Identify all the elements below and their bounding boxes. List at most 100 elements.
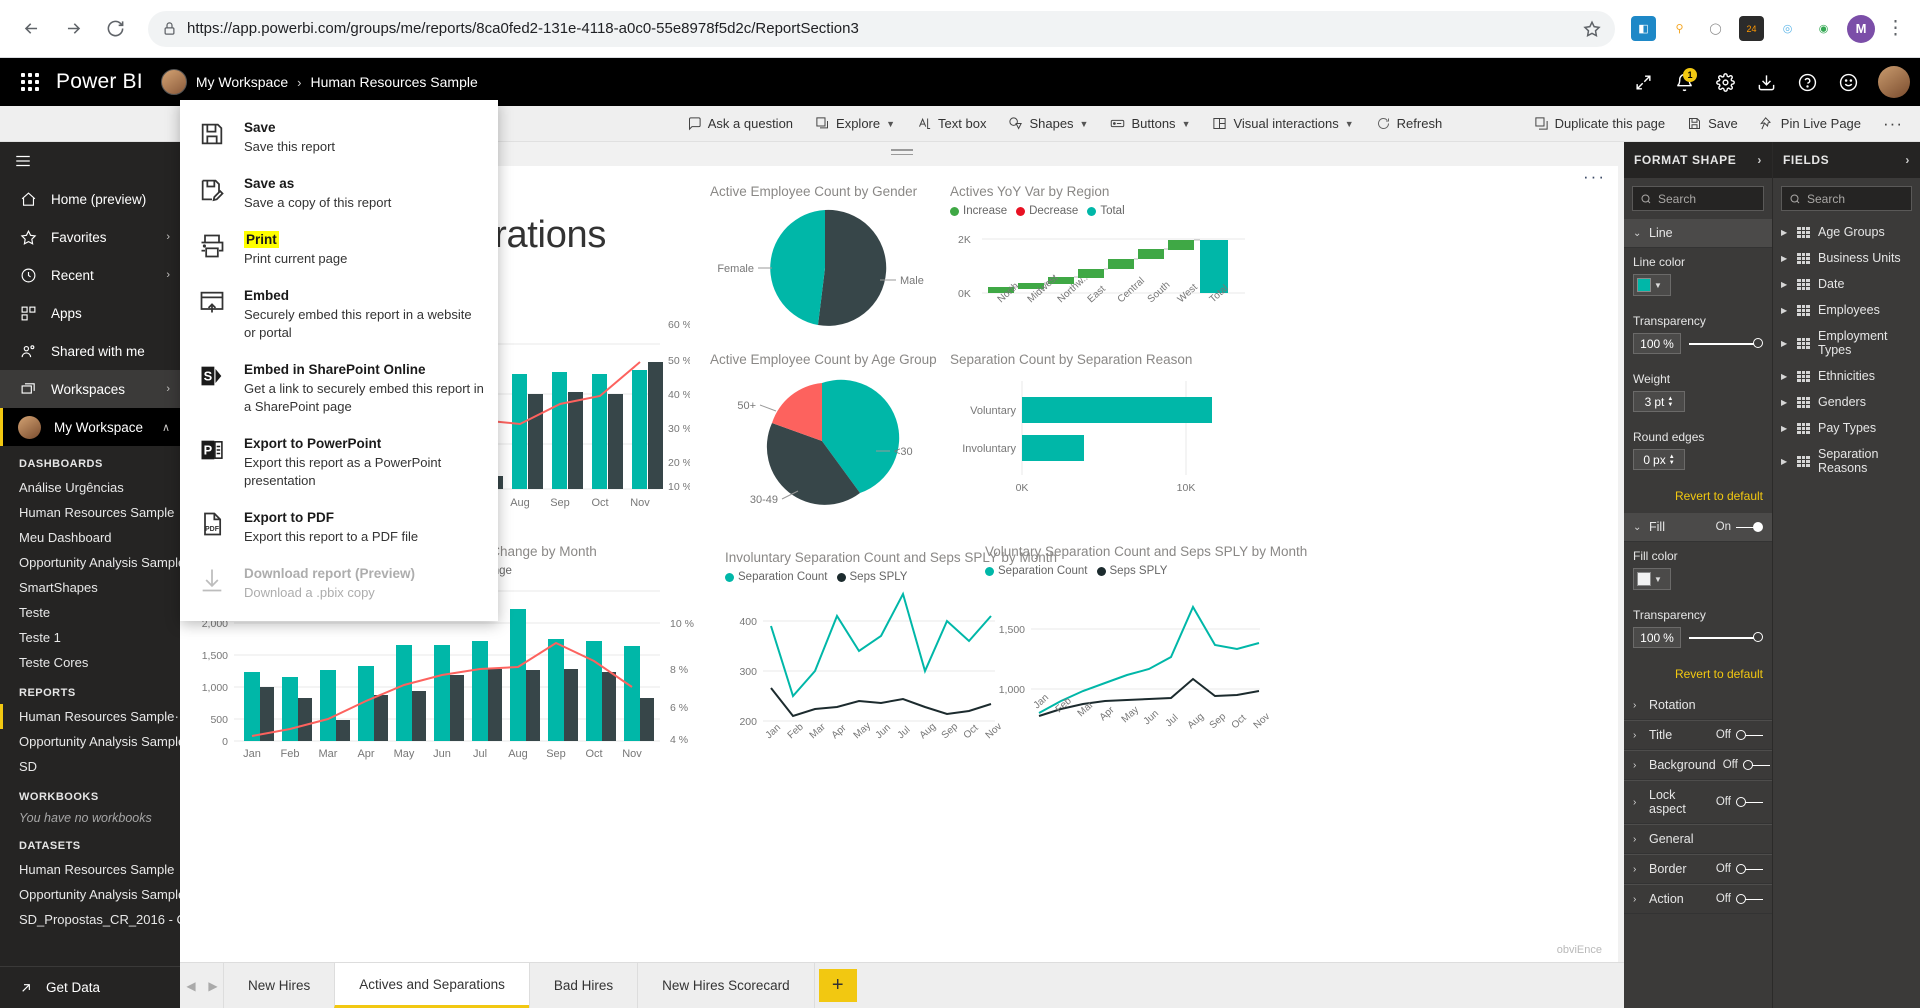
lock-aspect-toggle[interactable]	[1736, 797, 1763, 808]
field-table-employment-types[interactable]: ▶ Employment Types	[1773, 323, 1920, 363]
sidebar-item-shared-with-me[interactable]: Shared with me	[0, 332, 180, 370]
menu-item-embed-sharepoint[interactable]: S Embed in SharePoint Online Get a link …	[180, 351, 498, 425]
list-item[interactable]: SmartShapes	[0, 575, 180, 600]
chevron-right-icon[interactable]: ›	[1757, 153, 1762, 167]
visual-interactions-button[interactable]: Visual interactions ▼	[1201, 106, 1364, 142]
chart-active-employee-count-by-gender[interactable]: Active Employee Count by Gender Female M…	[710, 184, 940, 334]
resize-grip-icon[interactable]	[891, 149, 913, 158]
sidebar-item-apps[interactable]: Apps	[0, 294, 180, 332]
list-item[interactable]: Opportunity Analysis Sample	[0, 550, 180, 575]
chevron-right-icon[interactable]: ▶	[1781, 372, 1789, 381]
browser-forward-button[interactable]	[56, 12, 90, 46]
text-box-button[interactable]: Text box	[906, 106, 997, 142]
menu-item-export-powerpoint[interactable]: P Export to PowerPoint Export this repor…	[180, 425, 498, 499]
sidebar-content-list[interactable]: DASHBOARDS Análise Urgências Human Resou…	[0, 446, 180, 966]
sidebar-item-recent[interactable]: Recent ›	[0, 256, 180, 294]
format-section-general[interactable]: › General	[1624, 825, 1772, 854]
extension-icon-5[interactable]: ◎	[1775, 16, 1800, 41]
chevron-right-icon[interactable]: ▶	[1781, 398, 1789, 407]
chart-actives-yoy-var-by-region[interactable]: Actives YoY Var by Region Increase Decre…	[950, 184, 1250, 334]
chevron-right-icon[interactable]: ▶	[1781, 254, 1789, 263]
nav-collapse-button[interactable]	[0, 142, 180, 180]
list-item[interactable]: Teste Cores	[0, 650, 180, 675]
sidebar-item-home[interactable]: Home (preview)	[0, 180, 180, 218]
format-section-lock-aspect[interactable]: › Lock aspect Off	[1624, 781, 1772, 824]
format-panel-body[interactable]: ⌄ Line Line color ▼ Transparency 100 %	[1624, 219, 1772, 1008]
extension-icon-4[interactable]: 24	[1739, 16, 1764, 41]
fields-search-input[interactable]: Search	[1781, 186, 1912, 211]
expand-icon[interactable]	[1624, 63, 1662, 101]
extension-icon-1[interactable]: ◧	[1631, 16, 1656, 41]
feedback-smiley-icon[interactable]	[1829, 63, 1867, 101]
chart-involuntary-separation-count-by-month[interactable]: Involuntary Separation Count and Seps SP…	[725, 550, 1005, 780]
field-table-age-groups[interactable]: ▶ Age Groups	[1773, 219, 1920, 245]
field-table-ethnicities[interactable]: ▶ Ethnicities	[1773, 363, 1920, 389]
browser-reload-button[interactable]	[98, 12, 132, 46]
file-dropdown-menu[interactable]: Save Save this report Save as Save a cop…	[180, 100, 498, 621]
spinner-icon[interactable]: ▲▼	[1667, 396, 1673, 408]
field-table-employees[interactable]: ▶ Employees	[1773, 297, 1920, 323]
list-item[interactable]: Meu Dashboard	[0, 525, 180, 550]
format-section-fill[interactable]: ⌄ Fill On	[1624, 513, 1772, 542]
shapes-button[interactable]: Shapes ▼	[997, 106, 1099, 142]
list-item-active-report[interactable]: Human Resources Sample ···	[0, 704, 180, 729]
list-item[interactable]: Teste 1	[0, 625, 180, 650]
browser-back-button[interactable]	[14, 12, 48, 46]
round-edges-stepper[interactable]: 0 px ▲▼	[1633, 449, 1685, 470]
tab-bad-hires[interactable]: Bad Hires	[529, 963, 638, 1008]
list-item[interactable]: SD	[0, 754, 180, 779]
browser-profile-avatar[interactable]: M	[1847, 15, 1875, 43]
line-color-picker[interactable]: ▼	[1633, 274, 1671, 296]
breadcrumb-report[interactable]: Human Resources Sample	[310, 74, 477, 90]
tab-new-hires-scorecard[interactable]: New Hires Scorecard	[637, 963, 815, 1008]
chevron-right-icon[interactable]: ▶	[1781, 228, 1789, 237]
line-weight-stepper[interactable]: 3 pt ▲▼	[1633, 391, 1685, 412]
menu-item-export-pdf[interactable]: PDF Export to PDF Export this report to …	[180, 499, 498, 555]
format-section-line[interactable]: ⌄ Line	[1624, 219, 1772, 248]
field-table-business-units[interactable]: ▶ Business Units	[1773, 245, 1920, 271]
extension-icon-6[interactable]: ◉	[1811, 16, 1836, 41]
title-toggle[interactable]	[1736, 730, 1763, 741]
chevron-right-icon[interactable]: ›	[1905, 153, 1910, 167]
list-item[interactable]: Opportunity Analysis Sample	[0, 729, 180, 754]
extension-icon-3[interactable]: ◯	[1703, 16, 1728, 41]
pin-live-page-button[interactable]: Pin Live Page	[1749, 106, 1872, 142]
canvas-more-icon[interactable]: ···	[1583, 172, 1606, 182]
app-launcher-icon[interactable]	[10, 62, 50, 102]
format-section-action[interactable]: › Action Off	[1624, 885, 1772, 914]
fill-transparency-input[interactable]: 100 %	[1633, 627, 1681, 648]
sidebar-item-workspaces[interactable]: Workspaces ›	[0, 370, 180, 408]
extension-icon-2[interactable]: ⚲	[1667, 16, 1692, 41]
bookmark-star-icon[interactable]	[1583, 20, 1601, 38]
tab-new-hires[interactable]: New Hires	[223, 963, 335, 1008]
help-icon[interactable]	[1788, 63, 1826, 101]
fill-revert-link[interactable]: Revert to default	[1624, 659, 1772, 691]
format-search-input[interactable]: Search	[1632, 186, 1764, 211]
field-table-pay-types[interactable]: ▶ Pay Types	[1773, 415, 1920, 441]
breadcrumb-workspace[interactable]: My Workspace	[196, 74, 288, 90]
background-toggle[interactable]	[1743, 760, 1770, 771]
fill-color-picker[interactable]: ▼	[1633, 568, 1671, 590]
save-button[interactable]: Save	[1676, 106, 1749, 142]
border-toggle[interactable]	[1736, 864, 1763, 875]
chart-separation-count-by-separation-reason[interactable]: Separation Count by Separation Reason Vo…	[950, 352, 1260, 512]
get-data-button[interactable]: Get Data	[0, 966, 180, 1008]
line-transparency-input[interactable]: 100 %	[1633, 333, 1681, 354]
fields-list[interactable]: ▶ Age Groups ▶ Business Units ▶ Date ▶ E…	[1773, 219, 1920, 1008]
add-page-button[interactable]: +	[819, 969, 857, 1002]
settings-gear-icon[interactable]	[1706, 63, 1744, 101]
browser-menu-icon[interactable]: ⋮	[1886, 17, 1906, 40]
chevron-right-icon[interactable]: ▶	[1781, 306, 1789, 315]
refresh-button[interactable]: Refresh	[1365, 106, 1454, 142]
format-section-title[interactable]: › Title Off	[1624, 721, 1772, 750]
duplicate-page-button[interactable]: Duplicate this page	[1523, 106, 1677, 142]
format-section-border[interactable]: › Border Off	[1624, 855, 1772, 884]
menu-item-print[interactable]: Print Print current page	[180, 221, 498, 277]
menu-item-save[interactable]: Save Save this report	[180, 109, 498, 165]
notifications-icon[interactable]: 1	[1665, 63, 1703, 101]
field-table-date[interactable]: ▶ Date	[1773, 271, 1920, 297]
chevron-right-icon[interactable]: ▶	[1781, 424, 1789, 433]
sidebar-item-my-workspace[interactable]: My Workspace ∧	[0, 408, 180, 446]
tab-prev-icon[interactable]: ◀	[180, 963, 202, 1008]
menu-item-embed[interactable]: Embed Securely embed this report in a we…	[180, 277, 498, 351]
